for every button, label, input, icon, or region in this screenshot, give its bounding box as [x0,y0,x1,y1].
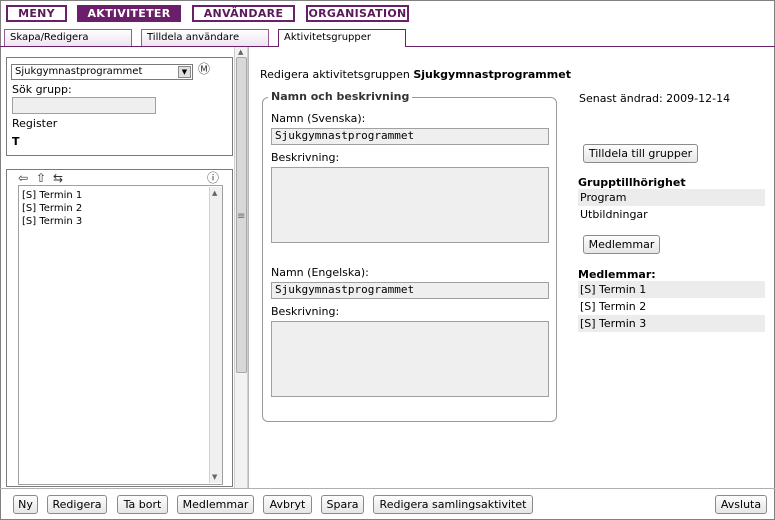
new-button[interactable]: Ny [13,495,38,514]
edit-button[interactable]: Redigera [47,495,107,514]
register-letter[interactable]: T [12,135,20,148]
editor-heading: Redigera aktivitetsgruppen Sjukgymnastpr… [260,68,571,81]
membership-item: Utbildningar [580,208,648,221]
desc-sv-label: Beskrivning: [271,151,340,164]
desc-en-label: Beskrivning: [271,305,340,318]
editor-heading-prefix: Redigera aktivitetsgruppen [260,68,410,81]
cancel-button[interactable]: Avbryt [263,495,312,514]
name-en-label: Namn (Engelska): [271,266,369,279]
tab-skapa-redigera[interactable]: Skapa/Redigera [4,29,132,46]
scroll-up-icon[interactable]: ▲ [238,48,243,56]
save-button[interactable]: Spara [321,495,364,514]
delete-button[interactable]: Ta bort [117,495,168,514]
name-sv-input[interactable]: Sjukgymnastprogrammet [271,128,549,145]
members-title: Medlemmar: [578,268,656,281]
grip-icon: ≡ [237,211,246,222]
assign-to-groups-button[interactable]: Tilldela till grupper [583,144,698,163]
search-label: Sök grupp: [12,83,72,96]
scroll-up-icon[interactable]: ▲ [212,189,217,197]
back-arrow-icon[interactable]: ⇦ [18,172,28,184]
membership-title: Grupptillhörighet [578,176,686,189]
bottom-members-button[interactable]: Medlemmar [177,495,254,514]
tab-aktivitetsgrupper[interactable]: Aktivitetsgrupper [278,29,406,47]
list-item[interactable]: [S] Termin 3 [22,215,82,228]
edit-collection-button[interactable]: Redigera samlingsaktivitet [373,495,533,514]
last-changed-label: Senast ändrad: [579,92,663,105]
desc-en-textarea[interactable] [271,321,549,397]
last-changed: Senast ändrad: 2009-12-14 [579,92,730,105]
register-label: Register [12,117,58,130]
group-select-value: Sjukgymnastprogrammet [15,66,143,77]
last-changed-date: 2009-12-14 [666,92,731,105]
divider [248,47,249,488]
bottom-divider [0,488,775,489]
name-en-input[interactable]: Sjukgymnastprogrammet [271,282,549,299]
member-item: [S] Termin 3 [578,315,765,332]
list-item[interactable]: [S] Termin 1 [22,189,82,202]
membership-item: Program [578,189,765,206]
desc-sv-textarea[interactable] [271,167,549,243]
info-icon[interactable]: ⓘ [207,172,219,184]
name-sv-label: Namn (Svenska): [271,112,366,125]
up-arrow-icon[interactable]: ⇧ [36,172,46,184]
main-scrollbar[interactable]: ≡ ▲ [234,47,248,488]
menu-anvandare[interactable]: ANVÄNDARE [192,5,295,22]
members-button[interactable]: Medlemmar [583,235,660,254]
m-circle-icon[interactable]: Ⓜ [198,63,210,75]
exit-button[interactable]: Avsluta [715,495,767,514]
chevron-down-icon[interactable]: ▼ [178,66,191,78]
menu-organisation[interactable]: ORGANISATION [306,5,409,22]
tab-tilldela-anvandare[interactable]: Tilldela användare [141,29,269,46]
split-arrow-icon[interactable]: ⇆ [53,172,63,184]
member-item: [S] Termin 2 [580,300,647,313]
list-scrollbar[interactable]: ▲ ▼ [209,187,222,483]
group-select[interactable]: Sjukgymnastprogrammet ▼ [11,64,193,80]
member-item: [S] Termin 1 [578,281,765,298]
search-input[interactable] [12,97,156,114]
menu-meny[interactable]: MENY [6,5,67,22]
group-list[interactable]: [S] Termin 1 [S] Termin 2 [S] Termin 3 ▲… [18,185,223,485]
editor-heading-name: Sjukgymnastprogrammet [413,68,571,81]
scroll-down-icon[interactable]: ▼ [212,473,217,481]
list-item[interactable]: [S] Termin 2 [22,202,82,215]
menu-aktiviteter[interactable]: AKTIVITETER [77,5,181,22]
fieldset-legend: Namn och beskrivning [268,90,413,103]
